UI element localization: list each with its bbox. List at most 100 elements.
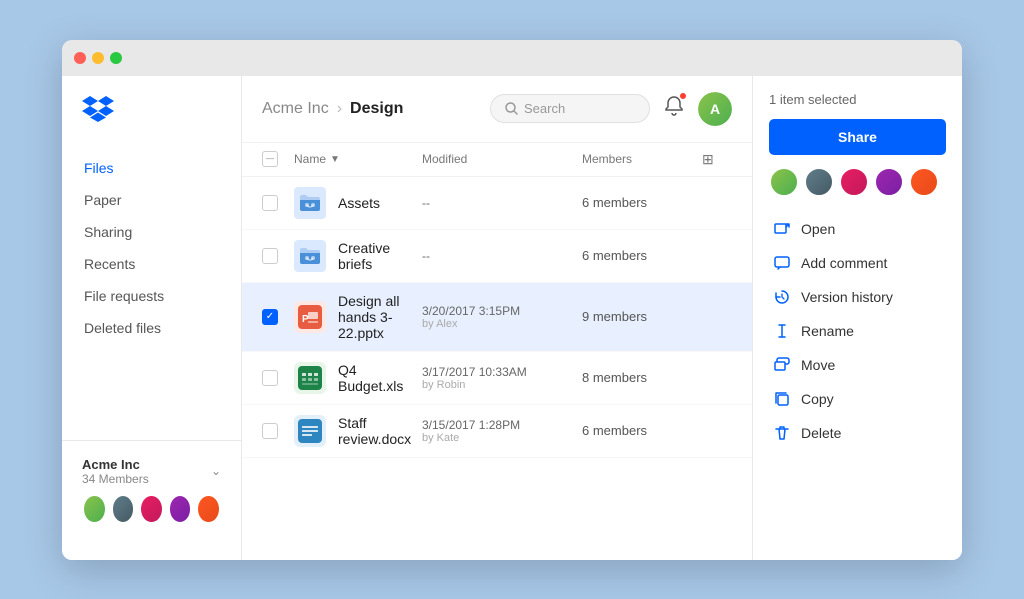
org-name: Acme Inc (82, 457, 149, 472)
select-all-checkbox[interactable] (262, 151, 278, 167)
search-icon (505, 102, 518, 115)
member-avatar-1 (82, 494, 107, 524)
share-button[interactable]: Share (769, 119, 946, 155)
checkbox-q4-budget[interactable] (262, 370, 278, 386)
footer-content[interactable]: Acme Inc 34 Members ⌄ (82, 457, 221, 486)
sidebar-item-files[interactable]: Files (74, 153, 229, 183)
action-menu: Open Add comment (769, 213, 946, 449)
sidebar-footer: Acme Inc 34 Members ⌄ (62, 440, 241, 540)
file-modified-assets: -- (422, 196, 582, 210)
action-move[interactable]: Move (769, 349, 946, 381)
open-icon (773, 220, 791, 238)
sidebar-item-recents[interactable]: Recents (74, 249, 229, 279)
column-header-modified: Modified (422, 152, 582, 166)
action-version-history[interactable]: Version history (769, 281, 946, 313)
action-rename[interactable]: Rename (769, 315, 946, 347)
minimize-button[interactable] (92, 52, 104, 64)
action-rename-label: Rename (801, 323, 854, 339)
sidebar-item-deleted-files[interactable]: Deleted files (74, 313, 229, 343)
checkbox-assets[interactable] (262, 195, 278, 211)
checkbox-staff-review[interactable] (262, 423, 278, 439)
file-info-q4-budget: Q4 Budget.xls (294, 362, 422, 394)
maximize-button[interactable] (110, 52, 122, 64)
file-name-assets: Assets (338, 195, 380, 211)
folder-svg (298, 246, 322, 266)
logo (62, 96, 241, 153)
user-avatar[interactable]: A (698, 92, 732, 126)
panel-avatar-2 (804, 167, 834, 197)
content-header: Acme Inc › Design Search (242, 76, 752, 143)
notification-icon[interactable] (664, 95, 684, 122)
sidebar-item-sharing[interactable]: Sharing (74, 217, 229, 247)
copy-icon (773, 390, 791, 408)
dropbox-logo (82, 96, 114, 124)
file-info-creative-briefs: Creative briefs (294, 240, 422, 272)
action-version-history-label: Version history (801, 289, 893, 305)
action-add-comment-label: Add comment (801, 255, 887, 271)
member-avatar-2 (111, 494, 136, 524)
history-icon (773, 288, 791, 306)
pptx-svg: P (298, 305, 322, 329)
breadcrumb: Acme Inc › Design (262, 100, 403, 118)
delete-icon (773, 424, 791, 442)
notification-badge (679, 92, 687, 100)
file-row-assets[interactable]: Assets -- 6 members (242, 177, 752, 230)
titlebar (62, 40, 962, 76)
file-members-design-all-hands: 9 members (582, 309, 702, 324)
file-name-staff-review: Staff review.docx (338, 415, 422, 447)
window-controls (74, 52, 122, 64)
breadcrumb-separator: › (337, 100, 342, 118)
action-delete-label: Delete (801, 425, 841, 441)
file-modified-staff-review: 3/15/2017 1:28PM by Kate (422, 418, 582, 444)
sidebar-item-paper[interactable]: Paper (74, 185, 229, 215)
file-row-staff-review[interactable]: Staff review.docx 3/15/2017 1:28PM by Ka… (242, 405, 752, 458)
panel-avatar-3 (839, 167, 869, 197)
file-members-assets: 6 members (582, 195, 702, 210)
action-copy-label: Copy (801, 391, 834, 407)
folder-icon-assets (294, 187, 326, 219)
panel-avatar-4 (874, 167, 904, 197)
file-row-design-all-hands[interactable]: P Design all hands 3-22.pptx 3/20/2017 3… (242, 283, 752, 352)
checkbox-design-all-hands[interactable] (262, 309, 278, 325)
file-info-assets: Assets (294, 187, 422, 219)
folder-svg (298, 193, 322, 213)
column-header-grid[interactable]: ⊞ (702, 151, 732, 168)
breadcrumb-parent[interactable]: Acme Inc (262, 100, 329, 118)
sidebar-member-avatars (82, 494, 221, 524)
xls-svg (298, 366, 322, 390)
column-header-members: Members (582, 152, 702, 166)
footer-text: Acme Inc 34 Members (82, 457, 149, 486)
folder-icon-creative-briefs (294, 240, 326, 272)
member-avatar-3 (139, 494, 164, 524)
file-row-creative-briefs[interactable]: Creative briefs -- 6 members (242, 230, 752, 283)
close-button[interactable] (74, 52, 86, 64)
comment-icon (773, 254, 791, 272)
file-modified-q4-budget: 3/17/2017 10:33AM by Robin (422, 365, 582, 391)
file-name-q4-budget: Q4 Budget.xls (338, 362, 422, 394)
file-icon-staff-review (294, 415, 326, 447)
file-list-header: Name ▼ Modified Members ⊞ (242, 143, 752, 177)
app-window: Files Paper Sharing Recents File request… (62, 40, 962, 560)
right-panel: 1 item selected Share (752, 76, 962, 560)
file-name-creative-briefs: Creative briefs (338, 240, 422, 272)
file-row-q4-budget[interactable]: Q4 Budget.xls 3/17/2017 10:33AM by Robin… (242, 352, 752, 405)
checkbox-creative-briefs[interactable] (262, 248, 278, 264)
file-icon-design-all-hands: P (294, 301, 326, 333)
action-delete[interactable]: Delete (769, 417, 946, 449)
file-members-creative-briefs: 6 members (582, 248, 702, 263)
member-avatar-5 (196, 494, 221, 524)
selection-text: 1 item selected (769, 92, 946, 107)
file-name-design-all-hands: Design all hands 3-22.pptx (338, 293, 422, 341)
action-open[interactable]: Open (769, 213, 946, 245)
action-add-comment[interactable]: Add comment (769, 247, 946, 279)
file-info-design-all-hands: P Design all hands 3-22.pptx (294, 293, 422, 341)
breadcrumb-current: Design (350, 100, 403, 118)
sidebar-item-file-requests[interactable]: File requests (74, 281, 229, 311)
move-icon (773, 356, 791, 374)
search-box[interactable]: Search (490, 94, 650, 123)
file-list: Name ▼ Modified Members ⊞ (242, 143, 752, 560)
column-header-name[interactable]: Name ▼ (294, 152, 422, 166)
action-open-label: Open (801, 221, 835, 237)
member-avatar-4 (168, 494, 193, 524)
action-copy[interactable]: Copy (769, 383, 946, 415)
